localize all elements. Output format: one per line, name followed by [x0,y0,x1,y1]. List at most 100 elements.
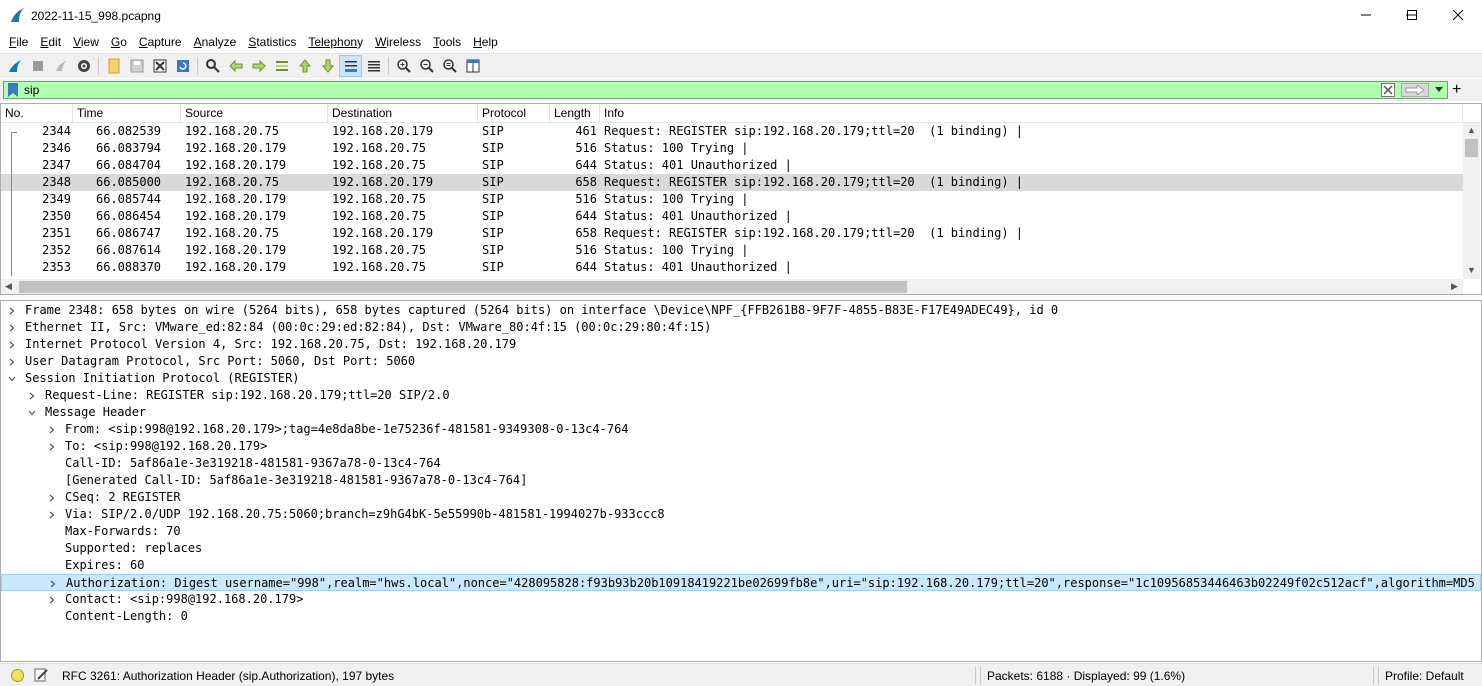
profile-selector[interactable]: Profile: Default [1385,669,1464,683]
tree-item[interactable]: To: <sip:998@192.168.20.179> [1,438,1481,455]
clear-filter-button[interactable] [1381,83,1395,97]
tree-item[interactable]: Contact: <sip:998@192.168.20.179> [1,591,1481,608]
chevron-right-icon[interactable] [48,575,58,592]
chevron-right-icon[interactable] [7,336,17,353]
menu-view[interactable]: View [67,32,105,52]
zoom-reset-button[interactable] [438,55,461,77]
tree-item[interactable]: Content-Length: 0 [1,608,1481,625]
table-row[interactable]: 2348 66.085000 192.168.20.75 192.168.20.179… [1,174,1463,191]
column-header-time[interactable]: Time [73,104,181,123]
capture-options-button[interactable] [72,55,95,77]
find-packet-button[interactable] [201,55,224,77]
chevron-right-icon[interactable] [47,421,57,438]
tree-item[interactable]: Max-Forwards: 70 [1,523,1481,540]
column-header-destination[interactable]: Destination [328,104,478,123]
column-header-length[interactable]: Length [550,104,600,123]
chevron-right-icon[interactable] [7,319,17,336]
display-filter-text[interactable]: sip [24,83,39,97]
menu-help[interactable]: Help [467,32,504,52]
go-to-packet-button[interactable] [270,55,293,77]
table-row[interactable]: 2347 66.084704 192.168.20.179 192.168.20.75… [1,157,1463,174]
chevron-right-icon[interactable] [7,353,17,370]
close-file-button[interactable] [148,55,171,77]
go-first-button[interactable] [293,55,316,77]
tree-item[interactable]: Authorization: Digest username="998",rea… [1,574,1481,591]
tree-item[interactable]: Supported: replaces [1,540,1481,557]
tree-item[interactable]: Request-Line: REGISTER sip:192.168.20.17… [1,387,1481,404]
scroll-right-icon[interactable]: ▶ [1451,281,1458,292]
chevron-right-icon[interactable] [27,387,37,404]
column-header-source[interactable]: Source [181,104,328,123]
stop-capture-button[interactable] [26,55,49,77]
packet-list-hscroll[interactable]: ◀ ▶ [1,279,1463,294]
tree-item[interactable]: Internet Protocol Version 4, Src: 192.16… [1,336,1481,353]
zoom-out-button[interactable] [415,55,438,77]
chevron-right-icon[interactable] [47,438,57,455]
save-file-button[interactable] [125,55,148,77]
menu-file[interactable]: File [3,32,34,52]
add-filter-button-icon[interactable]: + [1452,80,1461,100]
column-header-info[interactable]: Info [600,104,1463,123]
table-row[interactable]: 2353 66.088370 192.168.20.179 192.168.20.75… [1,259,1463,276]
menu-wireless[interactable]: Wireless [369,32,427,52]
tree-item[interactable]: [Generated Call-ID: 5af86a1e-3e319218-48… [1,472,1481,489]
scroll-down-icon[interactable]: ▼ [1467,265,1476,275]
resize-columns-button[interactable] [461,55,484,77]
table-row[interactable]: 2349 66.085744 192.168.20.179 192.168.20.75… [1,191,1463,208]
filter-history-dropdown[interactable] [1433,84,1445,96]
go-forward-button[interactable] [247,55,270,77]
vscroll-thumb[interactable] [1465,139,1478,157]
chevron-right-icon[interactable] [7,302,17,319]
column-header-protocol[interactable]: Protocol [478,104,550,123]
packet-list-vscroll[interactable]: ▲ ▼ [1463,123,1480,279]
tree-item[interactable]: Frame 2348: 658 bytes on wire (5264 bits… [1,302,1481,319]
zoom-in-button[interactable] [392,55,415,77]
apply-filter-button[interactable] [1401,83,1429,97]
chevron-down-icon[interactable] [7,370,17,387]
restart-capture-button[interactable] [49,55,72,77]
menu-edit[interactable]: Edit [34,32,67,52]
display-filter-input[interactable]: sip [3,81,1448,99]
autoscroll-button[interactable] [339,55,362,77]
reload-file-button[interactable] [171,55,194,77]
tree-item[interactable]: From: <sip:998@192.168.20.179>;tag=4e8da… [1,421,1481,438]
scroll-left-icon[interactable]: ◀ [5,281,12,292]
tree-item[interactable]: Ethernet II, Src: VMware_ed:82:84 (00:0c… [1,319,1481,336]
menu-statistics[interactable]: Statistics [242,32,302,52]
chevron-down-icon[interactable] [27,404,37,421]
tree-item[interactable]: Expires: 60 [1,557,1481,574]
menu-telephony[interactable]: Telephony [302,32,369,52]
tree-item[interactable]: Call-ID: 5af86a1e-3e319218-481581-9367a7… [1,455,1481,472]
tree-item[interactable]: Session Initiation Protocol (REGISTER) [1,370,1481,387]
colorize-button[interactable] [362,55,385,77]
go-back-button[interactable] [224,55,247,77]
tree-item[interactable]: Via: SIP/2.0/UDP 192.168.20.75:5060;bran… [1,506,1481,523]
maximize-button[interactable] [1389,0,1435,30]
bookmark-icon[interactable] [7,83,19,97]
chevron-right-icon[interactable] [47,489,57,506]
tree-item[interactable]: CSeq: 2 REGISTER [1,489,1481,506]
scroll-up-icon[interactable]: ▲ [1467,125,1476,135]
close-button[interactable] [1435,0,1481,30]
menu-go[interactable]: Go [105,32,133,52]
hscroll-thumb[interactable] [19,281,907,293]
start-capture-button[interactable] [3,55,26,77]
tree-item[interactable]: Message Header [1,404,1481,421]
table-row[interactable]: 2350 66.086454 192.168.20.179 192.168.20.75… [1,208,1463,225]
capture-comment-icon[interactable] [34,668,48,682]
column-header-no[interactable]: No. [1,104,73,123]
go-last-button[interactable] [316,55,339,77]
menu-tools[interactable]: Tools [427,32,467,52]
expert-info-icon[interactable] [11,669,24,682]
menu-analyze[interactable]: Analyze [188,32,243,52]
menu-capture[interactable]: Capture [133,32,188,52]
table-row[interactable]: 2352 66.087614 192.168.20.179 192.168.20.75… [1,242,1463,259]
tree-item[interactable]: User Datagram Protocol, Src Port: 5060, … [1,353,1481,370]
table-row[interactable]: 2351 66.086747 192.168.20.75 192.168.20.179… [1,225,1463,242]
table-row[interactable]: 2344 66.082539 192.168.20.75 192.168.20.179… [1,123,1463,140]
table-row[interactable]: 2346 66.083794 192.168.20.179 192.168.20.75… [1,140,1463,157]
chevron-right-icon[interactable] [47,506,57,523]
chevron-right-icon[interactable] [47,591,57,608]
open-file-button[interactable] [102,55,125,77]
minimize-btn[interactable] [1343,0,1389,30]
